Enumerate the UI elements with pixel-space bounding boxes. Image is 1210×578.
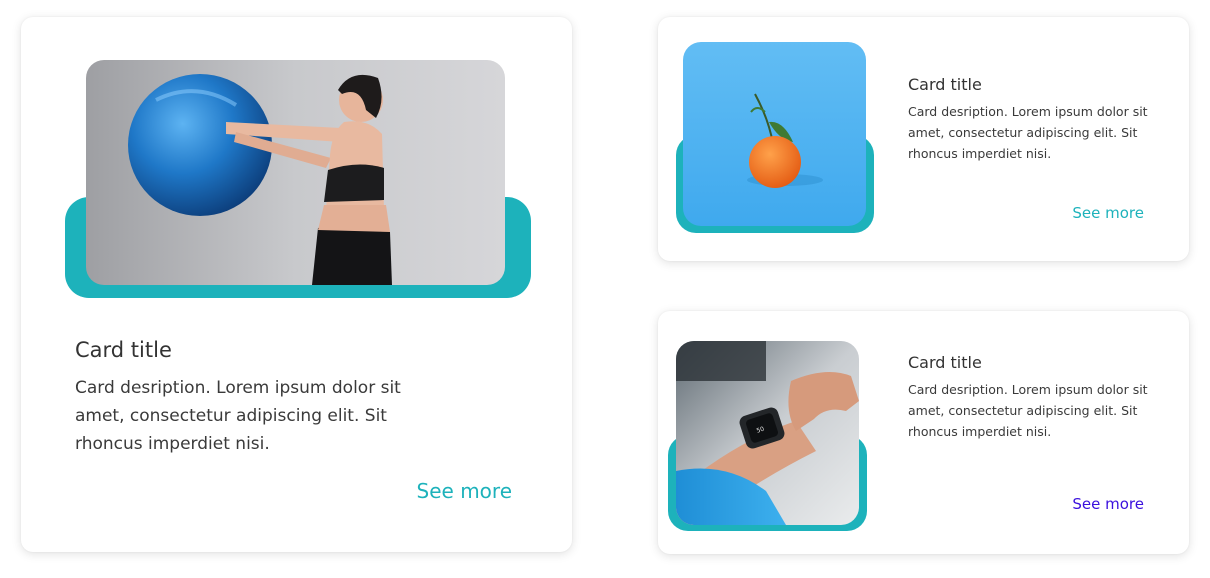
tangerine-photo	[683, 42, 866, 226]
card-description: Card desription. Lorem ipsum dolor sit a…	[908, 104, 1148, 161]
card-title: Card title	[75, 338, 172, 362]
see-more-link[interactable]: See more	[1072, 204, 1144, 222]
card-title: Card title	[908, 353, 982, 372]
card-description: Card desription. Lorem ipsum dolor sit a…	[908, 382, 1148, 439]
feature-card-tangerine: Card title Card desription. Lorem ipsum …	[658, 17, 1189, 261]
card-description: Card desription. Lorem ipsum dolor sit a…	[75, 378, 401, 454]
woman-exercise-ball-photo	[86, 60, 505, 285]
card-title: Card title	[908, 75, 982, 94]
see-more-link[interactable]: See more	[417, 479, 512, 503]
smartwatch-photo: 50	[676, 341, 859, 525]
feature-card-large: Card title Card desription. Lorem ipsum …	[21, 17, 572, 552]
feature-card-smartwatch: 50 Card title Card desription. Lorem ips…	[658, 311, 1189, 554]
see-more-link[interactable]: See more	[1072, 495, 1144, 513]
